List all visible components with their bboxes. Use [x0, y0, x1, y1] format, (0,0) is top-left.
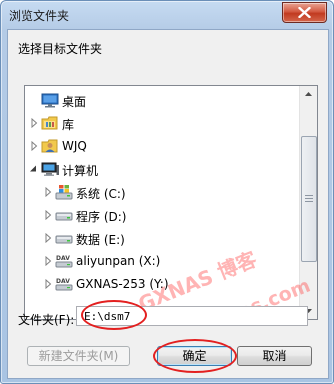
expand-arrow-icon[interactable]	[44, 187, 52, 197]
tree-item-drive-c[interactable]: 系统 (C:)	[25, 181, 300, 203]
scroll-up-arrow-icon[interactable]	[300, 86, 317, 103]
tree-item-drive-d[interactable]: 程序 (D:)	[25, 204, 300, 226]
tree-item-label: 数据 (E:)	[76, 233, 125, 247]
tree-item-desktop[interactable]: 桌面	[25, 89, 300, 111]
expand-arrow-icon[interactable]	[44, 233, 52, 243]
tree-item-label: GXNAS-253 (Y:)	[76, 277, 169, 291]
folder-label: 文件夹(F):	[18, 313, 75, 327]
browse-folder-dialog: 浏览文件夹 选择目标文件夹 桌面 库 WJQ 计算机 系统 (C:) 程序 (D…	[0, 0, 334, 384]
ok-button[interactable]: 确定	[157, 346, 232, 366]
tree-item-computer[interactable]: 计算机	[25, 158, 300, 180]
svg-text:DAV: DAV	[56, 255, 70, 262]
tree-item-drive-x[interactable]: DAV aliyunpan (X:)	[25, 250, 300, 272]
tree-item-drive-y[interactable]: DAV GXNAS-253 (Y:)	[25, 273, 300, 295]
tree-item-label: aliyunpan (X:)	[76, 254, 161, 268]
collapse-arrow-icon[interactable]	[29, 164, 37, 174]
cancel-button[interactable]: 取消	[237, 346, 312, 366]
dialog-body: 选择目标文件夹 桌面 库 WJQ 计算机 系统 (C:) 程序 (D:) 数据 …	[7, 29, 329, 379]
window-title: 浏览文件夹	[9, 9, 70, 23]
tree-item-label: 计算机	[62, 162, 99, 179]
library-icon	[41, 116, 58, 130]
windows-drive-icon	[55, 185, 73, 200]
tree-item-label: 系统 (C:)	[76, 187, 126, 201]
tree-item-user[interactable]: WJQ	[25, 135, 300, 157]
tree-item-label: 桌面	[62, 95, 87, 109]
tree-item-drive-e[interactable]: 数据 (E:)	[25, 227, 300, 249]
close-button[interactable]	[282, 2, 327, 23]
scroll-thumb[interactable]	[301, 136, 317, 262]
new-folder-button[interactable]: 新建文件夹(M)	[27, 346, 130, 366]
expand-arrow-icon[interactable]	[44, 279, 52, 289]
dav-drive-icon: DAV	[55, 255, 73, 268]
close-icon	[298, 7, 311, 18]
tree-item-label: 程序 (D:)	[76, 210, 127, 224]
folder-path-input[interactable]	[76, 306, 308, 326]
dialog-prompt: 选择目标文件夹	[18, 42, 103, 56]
expand-arrow-icon[interactable]	[44, 210, 52, 220]
desktop-icon	[41, 93, 59, 108]
drive-icon	[55, 212, 73, 221]
tree-item-library[interactable]: 库	[25, 112, 300, 134]
vertical-scrollbar[interactable]	[299, 86, 317, 319]
svg-text:DAV: DAV	[56, 278, 70, 285]
computer-icon	[41, 162, 59, 176]
title-bar[interactable]: 浏览文件夹	[1, 1, 333, 29]
expand-arrow-icon[interactable]	[44, 256, 52, 266]
dav-drive-icon: DAV	[55, 278, 73, 291]
tree-item-label: WJQ	[62, 139, 87, 153]
expand-arrow-icon[interactable]	[30, 118, 38, 128]
folder-tree[interactable]: 桌面 库 WJQ 计算机 系统 (C:) 程序 (D:) 数据 (E:) DAV…	[24, 85, 318, 320]
expand-arrow-icon[interactable]	[30, 141, 38, 151]
user-icon	[41, 139, 58, 153]
drive-icon	[55, 235, 73, 244]
tree-item-label: 库	[62, 118, 75, 132]
